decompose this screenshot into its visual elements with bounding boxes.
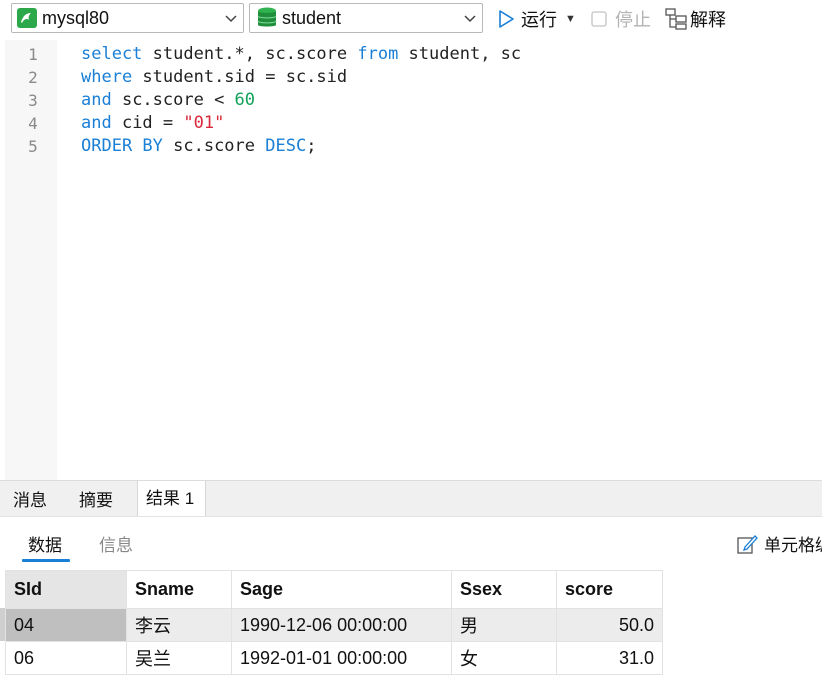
table-cell[interactable]: 李云	[126, 608, 232, 642]
chevron-down-icon[interactable]	[464, 13, 476, 23]
sql-number: 60	[234, 90, 256, 110]
table-cell[interactable]: 04	[5, 608, 127, 642]
sql-text: sc.score <	[111, 90, 235, 110]
code-line[interactable]: ORDER BY sc.score DESC;	[81, 135, 316, 158]
tab-data[interactable]: 数据	[28, 531, 62, 556]
tab-result-1[interactable]: 结果 1	[137, 481, 206, 517]
table-header-row: SId Sname Sage Ssex score	[5, 570, 663, 609]
connection-name: mysql80	[42, 7, 110, 28]
tab-summary[interactable]: 摘要	[71, 481, 121, 517]
line-number-gutter: 1 2 3 4 5	[5, 40, 57, 480]
sql-text: student.sid = sc.sid	[132, 67, 348, 87]
result-panel-tabs: 消息 摘要 结果 1	[0, 480, 822, 517]
table-row[interactable]: 04 李云 1990-12-06 00:00:00 男 50.0	[5, 608, 663, 642]
sql-keyword: from	[357, 44, 399, 64]
tab-messages[interactable]: 消息	[5, 481, 55, 517]
code-line[interactable]: and cid = "01"	[81, 112, 224, 135]
explain-icon	[665, 8, 687, 30]
table-row[interactable]: 06 吴兰 1992-01-01 00:00:00 女 31.0	[5, 641, 663, 675]
line-number: 5	[28, 137, 38, 156]
result-table: SId Sname Sage Ssex score 04 李云 1990-12-…	[5, 570, 663, 675]
sql-editor[interactable]: 1 2 3 4 5 select student.*, sc.score from st…	[0, 40, 822, 480]
line-number: 2	[28, 68, 38, 87]
code-line[interactable]: and sc.score < 60	[81, 89, 255, 112]
sql-keyword: ORDER BY	[81, 136, 163, 156]
sql-keyword: and	[81, 113, 112, 133]
edit-pencil-icon	[737, 534, 758, 554]
database-select[interactable]: student	[249, 3, 483, 33]
table-cell[interactable]: 1990-12-06 00:00:00	[231, 608, 452, 642]
run-label: 运行	[521, 10, 557, 30]
code-line[interactable]: select student.*, sc.score from student,…	[81, 43, 521, 66]
connection-select[interactable]: mysql80	[11, 3, 244, 33]
sql-keyword: DESC	[265, 136, 307, 156]
explain-button[interactable]: 解释	[664, 6, 726, 32]
column-header-ssex[interactable]: Ssex	[451, 570, 557, 609]
run-dropdown-caret-icon[interactable]: ▼	[565, 13, 576, 25]
stop-button[interactable]: 停止	[591, 6, 651, 32]
database-icon	[257, 7, 277, 27]
line-number: 1	[28, 45, 38, 64]
table-cell[interactable]: 1992-01-01 00:00:00	[231, 641, 452, 675]
table-cell[interactable]: 吴兰	[126, 641, 232, 675]
sql-keyword: where	[81, 67, 133, 87]
table-cell[interactable]: 50.0	[556, 608, 663, 642]
column-header-sname[interactable]: Sname	[126, 570, 232, 609]
play-icon	[499, 10, 514, 28]
chevron-down-icon[interactable]	[225, 13, 237, 23]
stop-label: 停止	[615, 10, 651, 30]
cell-editor-button[interactable]: 单元格编	[736, 531, 822, 556]
toolbar: mysql80 student 运行 ▼ 停止 解释	[0, 0, 822, 40]
line-number: 4	[28, 114, 38, 133]
database-name: student	[282, 7, 342, 28]
active-tab-indicator	[22, 559, 70, 562]
line-number: 3	[28, 91, 38, 110]
sql-text: sc.score	[162, 136, 266, 156]
column-header-sid[interactable]: SId	[5, 570, 127, 609]
result-sub-toolbar: 数据 信息 单元格编	[0, 516, 822, 570]
code-line[interactable]: where student.sid = sc.sid	[81, 66, 347, 89]
tab-info[interactable]: 信息	[99, 531, 133, 556]
mysql-connection-icon	[17, 8, 37, 28]
sql-text: ;	[306, 136, 317, 156]
result-grid[interactable]: SId Sname Sage Ssex score 04 李云 1990-12-…	[0, 570, 663, 675]
table-cell[interactable]: 男	[451, 608, 557, 642]
column-header-sage[interactable]: Sage	[231, 570, 452, 609]
stop-icon	[591, 11, 607, 27]
column-header-score[interactable]: score	[556, 570, 663, 609]
sql-text: student.*, sc.score	[142, 44, 358, 64]
sql-text: cid =	[111, 113, 184, 133]
sql-keyword: and	[81, 90, 112, 110]
sql-text: student, sc	[398, 44, 522, 64]
table-cell[interactable]: 31.0	[556, 641, 663, 675]
table-cell[interactable]: 女	[451, 641, 557, 675]
run-button[interactable]: 运行 ▼	[497, 6, 576, 32]
explain-label: 解释	[690, 10, 726, 30]
sql-keyword: select	[81, 44, 143, 64]
cell-editor-label: 单元格编	[764, 536, 822, 555]
sql-string: "01"	[183, 113, 225, 133]
row-selector-marker	[0, 608, 5, 641]
table-cell[interactable]: 06	[5, 641, 127, 675]
